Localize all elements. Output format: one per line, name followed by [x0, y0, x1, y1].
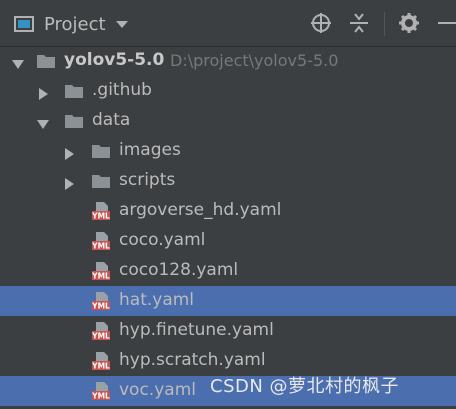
tree-row-hat-yaml[interactable]: YML hat.yaml [0, 286, 456, 316]
tree-label-voc-yaml: voc.yaml [119, 380, 196, 400]
yaml-file-icon: YML [91, 382, 111, 401]
tree-row-argoverse-hd-yaml[interactable]: YML argoverse_hd.yaml [0, 196, 456, 226]
locate-icon[interactable] [310, 12, 332, 34]
project-toolbar: Project [0, 0, 456, 47]
tree-label-hyp-finetune-yaml: hyp.finetune.yaml [119, 320, 274, 340]
expand-arrow-right-icon[interactable] [37, 85, 49, 100]
tree-row-hyp-finetune-yaml[interactable]: YML hyp.finetune.yaml [0, 316, 456, 346]
folder-icon [91, 142, 111, 160]
tree-row-github[interactable]: .github [0, 76, 456, 106]
yaml-file-icon: YML [91, 322, 111, 341]
yaml-badge-text: YML [91, 392, 110, 401]
gear-icon[interactable] [398, 12, 420, 34]
yaml-badge-text: YML [91, 212, 110, 221]
tree-label-scripts: scripts [119, 170, 176, 190]
tree-label-data: data [92, 110, 131, 130]
chevron-down-icon [115, 20, 128, 28]
yaml-file-icon: YML [91, 262, 111, 281]
collapse-all-icon[interactable] [348, 12, 370, 34]
tree-row-data[interactable]: data [0, 106, 456, 136]
tree-row-scripts[interactable]: scripts [0, 166, 456, 196]
yaml-badge-text: YML [91, 272, 110, 281]
toolbar-divider [384, 12, 385, 36]
project-tree: yolov5-5.0 D:\project\yolov5-5.0 .github… [0, 46, 456, 409]
tree-row-root[interactable]: yolov5-5.0 D:\project\yolov5-5.0 [0, 46, 456, 76]
tree-label-argoverse-hd-yaml: argoverse_hd.yaml [119, 200, 282, 220]
yaml-file-icon: YML [91, 352, 111, 371]
project-window-icon [14, 16, 34, 32]
yaml-badge-text: YML [91, 332, 110, 341]
tree-label-hyp-scratch-yaml: hyp.scratch.yaml [119, 350, 266, 370]
tree-row-images[interactable]: images [0, 136, 456, 166]
tree-row-coco128-yaml[interactable]: YML coco128.yaml [0, 256, 456, 286]
tree-label-coco128-yaml: coco128.yaml [119, 260, 239, 280]
folder-icon [36, 52, 56, 70]
yaml-file-icon: YML [91, 232, 111, 251]
tree-label-root: yolov5-5.0 [64, 50, 165, 70]
expand-arrow-right-icon[interactable] [63, 145, 75, 160]
project-view-label: Project [44, 13, 106, 35]
expand-arrow-right-icon[interactable] [63, 175, 75, 190]
expand-arrow-down-icon[interactable] [12, 55, 24, 69]
tree-label-coco-yaml: coco.yaml [119, 230, 206, 250]
yaml-badge-text: YML [91, 302, 110, 311]
folder-icon [64, 112, 84, 130]
yaml-badge-text: YML [91, 242, 110, 251]
tree-label-github: .github [92, 80, 152, 100]
tree-row-coco-yaml[interactable]: YML coco.yaml [0, 226, 456, 256]
csdn-watermark: CSDN @萝北村的枫子 [210, 376, 400, 397]
folder-icon [64, 82, 84, 100]
minimize-icon[interactable] [436, 12, 456, 34]
tree-label-images: images [119, 140, 181, 160]
yaml-badge-text: YML [91, 362, 110, 371]
project-view-selector[interactable]: Project [14, 10, 128, 38]
folder-icon [91, 172, 111, 190]
tree-label-hat-yaml: hat.yaml [119, 290, 195, 310]
root-path: D:\project\yolov5-5.0 [170, 51, 339, 70]
yaml-file-icon: YML [91, 202, 111, 221]
yaml-file-icon: YML [91, 292, 111, 311]
expand-arrow-down-icon[interactable] [37, 115, 49, 129]
